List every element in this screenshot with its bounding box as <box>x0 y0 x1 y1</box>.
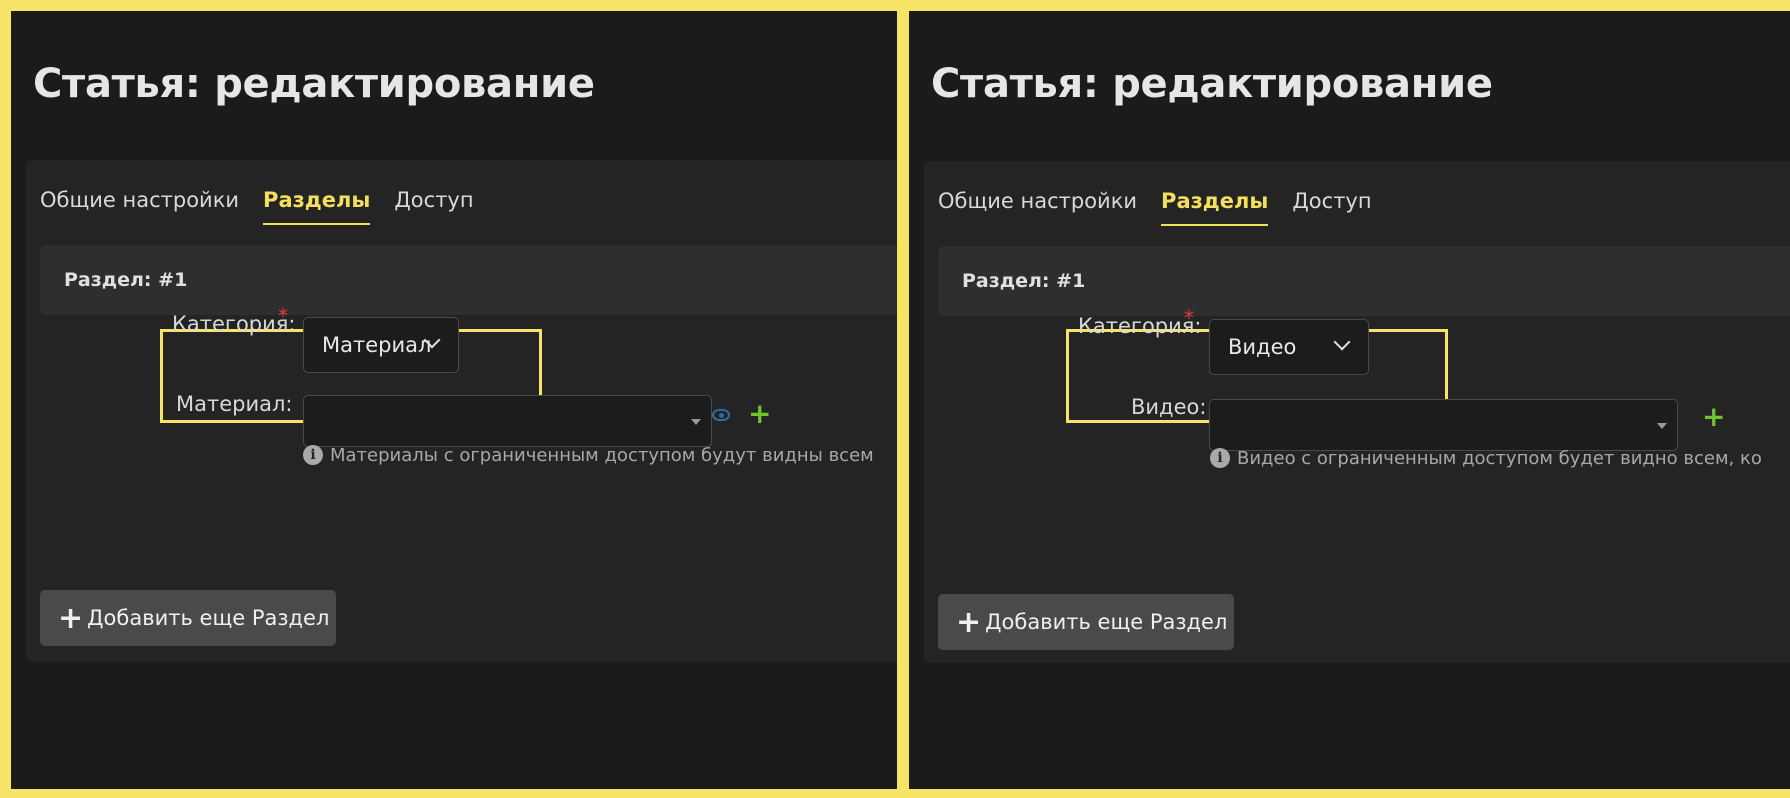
tab-access[interactable]: Доступ <box>394 185 473 225</box>
right-screenshot-panel: Статья: редактирование Общие настройки Р… <box>909 11 1790 789</box>
category-label: Категория: <box>1078 314 1202 338</box>
required-asterisk: * <box>278 304 288 328</box>
chevron-down-icon <box>1333 333 1351 351</box>
caret-down-icon <box>1657 423 1667 429</box>
info-icon: i <box>303 445 323 465</box>
eye-icon[interactable] <box>712 409 730 421</box>
section-header: Раздел: #1 <box>40 245 897 315</box>
section-header: Раздел: #1 <box>938 246 1790 316</box>
add-section-label: Добавить еще Раздел <box>985 610 1228 634</box>
category-select[interactable]: Видео <box>1209 319 1369 375</box>
access-hint: Видео с ограниченным доступом будет видн… <box>1237 448 1762 469</box>
required-asterisk: * <box>1184 306 1194 330</box>
add-material-plus-icon[interactable]: + <box>748 400 771 428</box>
section-label: Раздел: #1 <box>962 270 1086 292</box>
plus-icon: + <box>58 601 84 636</box>
page-title: Статья: редактирование <box>931 61 1493 107</box>
tab-sections[interactable]: Разделы <box>263 185 371 225</box>
page-title: Статья: редактирование <box>33 61 595 107</box>
category-select-value: Материал <box>322 333 432 357</box>
add-section-button[interactable]: + Добавить еще Раздел <box>938 594 1234 650</box>
tab-sections[interactable]: Разделы <box>1161 186 1269 226</box>
add-section-button[interactable]: + Добавить еще Раздел <box>40 590 336 646</box>
tab-bar: Общие настройки Разделы Доступ <box>40 185 498 225</box>
tab-access[interactable]: Доступ <box>1292 186 1371 226</box>
material-label: Материал: <box>176 392 293 416</box>
add-section-label: Добавить еще Раздел <box>87 606 330 630</box>
edit-card: Общие настройки Разделы Доступ Раздел: #… <box>26 160 897 662</box>
section-label: Раздел: #1 <box>64 269 188 291</box>
left-screenshot-panel: Статья: редактирование Общие настройки Р… <box>11 11 897 789</box>
video-select[interactable] <box>1209 399 1678 451</box>
caret-down-icon <box>691 419 701 425</box>
tab-general-settings[interactable]: Общие настройки <box>938 186 1137 226</box>
tab-bar: Общие настройки Разделы Доступ <box>938 186 1396 226</box>
video-label: Видео: <box>1131 395 1207 419</box>
category-select[interactable]: Материал <box>303 317 459 373</box>
category-select-value: Видео <box>1228 335 1297 359</box>
plus-icon: + <box>956 605 982 640</box>
edit-card: Общие настройки Разделы Доступ Раздел: #… <box>924 161 1790 663</box>
category-label: Категория: <box>172 312 296 336</box>
tab-general-settings[interactable]: Общие настройки <box>40 185 239 225</box>
add-video-plus-icon[interactable]: + <box>1702 403 1725 431</box>
material-select[interactable] <box>303 395 712 447</box>
info-icon: i <box>1210 448 1230 468</box>
access-hint: Материалы с ограниченным доступом будут … <box>330 445 874 466</box>
